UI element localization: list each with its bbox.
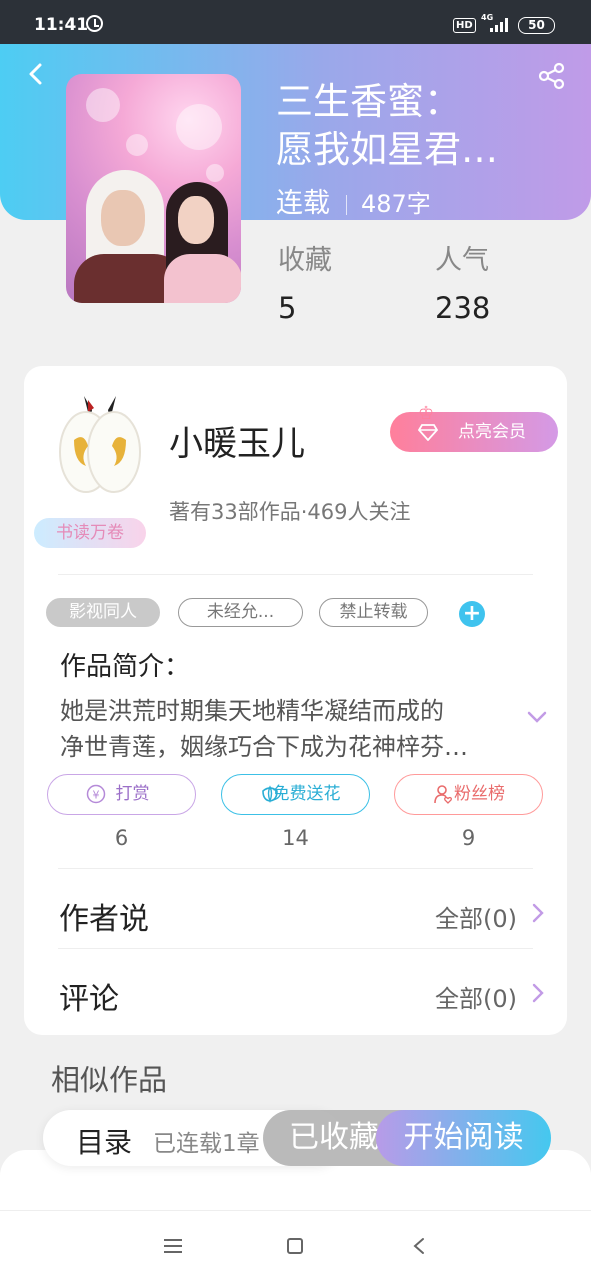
send-flower-button[interactable]: 免费送花 (221, 774, 370, 815)
intro-title: 作品简介： (60, 652, 191, 682)
reward-label: 打赏 (115, 784, 150, 804)
favorites-value: 5 (278, 291, 297, 325)
back-arrow-icon[interactable] (24, 62, 48, 86)
activate-vip-button[interactable]: ♔ 点亮会员 (390, 403, 558, 452)
book-info-card: 书读万卷 小暖玉儿 著有33部作品·469人关注 ♔ 点亮会员 影视同人 未经允… (24, 366, 567, 1035)
send-flower-label: 免费送花 (272, 784, 341, 804)
comments-count: 全部(0) (435, 985, 517, 1013)
chevron-right-icon (532, 903, 544, 923)
home-icon[interactable] (287, 1238, 303, 1254)
popularity-stat: 人气 238 (435, 238, 490, 325)
author-name[interactable]: 小暖玉儿 (169, 416, 305, 465)
intro-line-1: 她是洪荒时期集天地精华凝结而成的 (60, 697, 444, 725)
fan-ranking-button[interactable]: 粉丝榜 (394, 774, 543, 815)
tag-permission[interactable]: 未经允... (178, 598, 303, 627)
book-title-line1: 三生香蜜： (276, 80, 461, 123)
menu-icon[interactable] (164, 1239, 182, 1253)
alarm-icon (86, 15, 103, 32)
status-bar: 11:41 HD 4G 50 (0, 0, 591, 44)
book-title: 三生香蜜： 愿我如星君… (276, 78, 566, 174)
vip-label: 点亮会员 (458, 422, 526, 442)
add-tag-button[interactable]: + (459, 601, 485, 627)
chevron-down-icon[interactable] (526, 710, 548, 724)
system-nav-bar (0, 1210, 591, 1280)
popularity-label: 人气 (435, 245, 489, 276)
flower-icon (262, 785, 278, 803)
reward-button[interactable]: ¥ 打赏 (47, 774, 196, 815)
favorites-label: 收藏 (278, 245, 332, 276)
popularity-value: 238 (435, 291, 491, 325)
status-time: 11:41 (34, 15, 89, 35)
author-says-label: 作者说 (59, 902, 149, 937)
intro-line-2: 净世青莲，姻缘巧合下成为花神梓芬… (60, 733, 468, 761)
comments-label: 评论 (59, 982, 119, 1017)
tag-no-repost[interactable]: 禁止转载 (319, 598, 428, 627)
bottom-action-bar: 目录 已连载1章 已收藏 开始阅读 (43, 1110, 551, 1166)
chapter-count: 已连载1章 (153, 1131, 260, 1157)
intro-body[interactable]: 她是洪荒时期集天地精华凝结而成的 净世青莲，姻缘巧合下成为花神梓芬… (60, 693, 512, 765)
book-word-count: 487字 (361, 190, 431, 218)
flower-count: 14 (282, 826, 309, 850)
start-reading-button[interactable]: 开始阅读 (376, 1110, 551, 1166)
book-title-line2: 愿我如星君… (276, 128, 498, 171)
reward-count: 6 (114, 826, 129, 850)
book-status: 连载 (276, 188, 330, 219)
favorites-stat: 收藏 5 (278, 238, 332, 325)
toc-label: 目录 (76, 1126, 133, 1159)
svg-text:¥: ¥ (93, 789, 100, 802)
reader-level-badge: 书读万卷 (34, 518, 146, 548)
fan-count: 9 (461, 826, 476, 850)
author-avatar[interactable] (50, 390, 150, 500)
diamond-icon (418, 424, 438, 441)
similar-works-title: 相似作品 (51, 1063, 168, 1097)
divider (58, 948, 533, 949)
coin-icon: ¥ (86, 784, 106, 804)
book-meta: 连载 487字 (276, 186, 431, 222)
signal-icon (490, 18, 510, 32)
author-stats: 著有33部作品·469人关注 (169, 500, 411, 524)
nav-back-icon[interactable] (412, 1237, 426, 1255)
author-says-count: 全部(0) (435, 905, 517, 933)
book-cover[interactable] (66, 74, 241, 303)
fan-user-icon (434, 785, 452, 804)
hd-indicator: HD (453, 18, 476, 33)
fan-ranking-label: 粉丝榜 (454, 784, 505, 804)
chevron-right-icon (532, 983, 544, 1003)
battery-icon: 50 (518, 17, 555, 34)
tag-category[interactable]: 影视同人 (46, 598, 160, 627)
divider (58, 574, 533, 575)
divider (58, 868, 533, 869)
